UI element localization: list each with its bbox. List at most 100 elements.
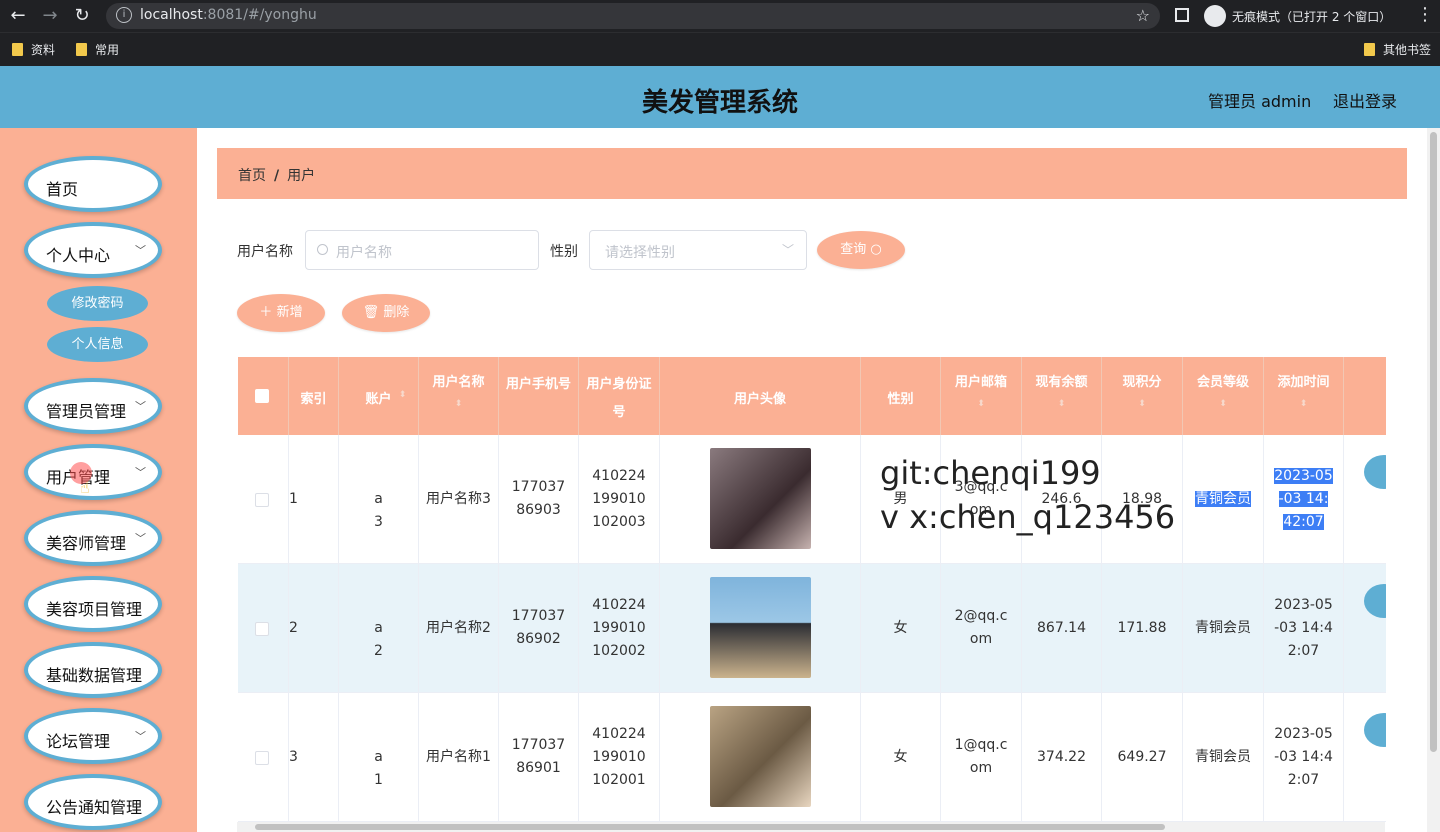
sort-icon[interactable]: ⬍ [387, 390, 418, 400]
address-bar[interactable]: i localhost:8081/#/yonghu ☆ [106, 3, 1160, 29]
row-checkbox[interactable] [255, 622, 269, 636]
admin-label: 管理员 admin [1208, 92, 1312, 111]
table-cell [1344, 693, 1386, 822]
reload-icon[interactable]: ↻ [71, 5, 93, 27]
column-header[interactable]: 会员等级 ⬍ [1183, 357, 1264, 435]
table-header: 索引 账户 ⬍ 用户名称 ⬍ 用户手机号 用户身份证号 用户头像 性别 用户邮箱 ⬍ … [238, 357, 1386, 435]
info-icon[interactable]: i [116, 7, 132, 23]
delete-button[interactable]: 🗑 删除 [342, 294, 430, 332]
breadcrumb-current: 用户 [287, 168, 316, 184]
sidebar-item-beauticians[interactable]: 美容师管理 ﹀ [24, 510, 162, 566]
row-checkbox[interactable] [255, 751, 269, 765]
add-button[interactable]: ＋ 新增 [237, 294, 325, 332]
table-row[interactable]: 2 a2 用户名称2 17703786902 410224199010102002 女 2@… [238, 564, 1386, 693]
bookmark-star-icon[interactable]: ☆ [1136, 6, 1150, 25]
table-cell [1344, 435, 1386, 564]
row-checkbox[interactable] [255, 493, 269, 507]
table-cell: 用户名称1 [419, 693, 499, 822]
column-header[interactable]: 添加时间 ⬍ [1264, 357, 1344, 435]
column-header[interactable]: 性别 [861, 357, 941, 435]
table-cell: 867.14 [1022, 564, 1102, 693]
search-icon: ○ [870, 242, 882, 257]
table-cell: 青铜会员 [1183, 693, 1264, 822]
row-action-button[interactable] [1364, 713, 1386, 747]
side-panel-icon[interactable] [1175, 8, 1189, 22]
sort-icon[interactable]: ⬍ [419, 399, 498, 409]
row-action-button[interactable] [1364, 584, 1386, 618]
select-all-checkbox[interactable] [255, 389, 269, 403]
gender-filter-label: 性别 [550, 244, 578, 260]
cell-value: 410224199010102001 [592, 725, 646, 788]
query-button[interactable]: 查询 ○ [817, 231, 905, 269]
sort-icon[interactable]: ⬍ [1102, 399, 1182, 409]
column-header[interactable]: 用户手机号 [499, 357, 579, 435]
table-cell: 青铜会员 [1183, 564, 1264, 693]
column-header[interactable]: 现有余额 ⬍ [1022, 357, 1102, 435]
sidebar-item-profile[interactable]: 个人中心 ﹀ [24, 222, 162, 278]
table-cell: 17703786903 [499, 435, 579, 564]
cell-value: 410224199010102003 [592, 467, 646, 530]
table-cell: 171.88 [1102, 564, 1183, 693]
column-header[interactable]: 用户头像 [660, 357, 861, 435]
sidebar-item-basic-data[interactable]: 基础数据管理 [24, 642, 162, 698]
plus-icon: ＋ [259, 305, 273, 320]
chevron-down-icon: ﹀ [135, 532, 146, 545]
table-row[interactable]: 1 a3 用户名称3 17703786903 410224199010102003 男 3@… [238, 435, 1386, 564]
table-cell: 青铜会员 [1183, 435, 1264, 564]
trash-icon: 🗑 [362, 305, 380, 320]
column-header[interactable]: 用户名称 ⬍ [419, 357, 499, 435]
sidebar-item-forum[interactable]: 论坛管理 ﹀ [24, 708, 162, 764]
table-cell: 女 [861, 564, 941, 693]
column-header[interactable]: 现积分 ⬍ [1102, 357, 1183, 435]
cell-value: 用户名称3 [426, 490, 491, 507]
cell-value: 用户名称2 [426, 619, 491, 636]
sort-icon[interactable]: ⬍ [1183, 399, 1263, 409]
sidebar-item-home[interactable]: 首页 [24, 156, 162, 212]
column-header[interactable]: 账户 ⬍ [339, 357, 419, 435]
name-filter-input[interactable]: 用户名称 [305, 230, 539, 270]
cell-value: 2 [289, 619, 298, 636]
horizontal-scrollbar[interactable] [237, 822, 1385, 832]
cell-value: 3 [289, 748, 298, 765]
sort-icon[interactable]: ⬍ [1022, 399, 1101, 409]
sort-icon[interactable]: ⬍ [1264, 399, 1343, 409]
cell-value: 用户名称1 [426, 748, 491, 765]
column-header[interactable]: 用户邮箱 ⬍ [941, 357, 1022, 435]
logout-link[interactable]: 退出登录 [1333, 88, 1397, 112]
sidebar-subitem-personal-info[interactable]: 个人信息 [47, 327, 148, 362]
table-cell: 女 [861, 693, 941, 822]
sidebar-item-users[interactable]: 用户管理﹀ [24, 444, 162, 500]
table-row[interactable]: 3 a1 用户名称1 17703786901 410224199010102001 女 1@… [238, 693, 1386, 822]
column-header-actions [1344, 357, 1386, 435]
sort-icon[interactable]: ⬍ [941, 399, 1021, 409]
scrollbar-thumb[interactable] [1430, 132, 1437, 752]
cell-value: 1 [289, 490, 298, 507]
vertical-scrollbar[interactable] [1427, 128, 1440, 832]
back-icon[interactable]: ← [7, 5, 29, 27]
more-menu-icon[interactable]: ⋮ [1416, 4, 1434, 25]
table-cell: 2023-05-03 14:42:07 [1264, 693, 1344, 822]
bookmark-folder[interactable]: 常用 [76, 41, 119, 58]
column-header[interactable]: 索引 [289, 357, 339, 435]
incognito-icon[interactable] [1204, 5, 1226, 27]
table-cell: 17703786902 [499, 564, 579, 693]
sidebar-item-notices[interactable]: 公告通知管理 [24, 774, 162, 830]
cell-value: 2@qq.com [954, 608, 1008, 647]
sidebar-subitem-change-password[interactable]: 修改密码 [47, 286, 148, 321]
cell-value: a2 [374, 619, 383, 659]
breadcrumb-home[interactable]: 首页 [238, 168, 266, 184]
other-bookmarks[interactable]: 其他书签 [1364, 41, 1431, 58]
sidebar-item-admin[interactable]: 管理员管理 ﹀ [24, 378, 162, 434]
sidebar-item-projects[interactable]: 美容项目管理 [24, 576, 162, 632]
column-header[interactable]: 用户身份证号 [579, 357, 660, 435]
cell-value: 1@qq.com [954, 737, 1008, 776]
bookmark-folder[interactable]: 资料 [12, 41, 55, 58]
table-cell: 1 [289, 435, 339, 564]
watermark-line: git:chenqi199 [880, 454, 1101, 492]
gender-select[interactable]: 请选择性别 ﹀ [589, 230, 807, 270]
row-action-button[interactable] [1364, 455, 1386, 489]
chevron-down-icon: ﹀ [135, 466, 146, 479]
table-cell: 2 [289, 564, 339, 693]
scrollbar-thumb[interactable] [255, 824, 1165, 830]
forward-icon[interactable]: → [39, 5, 61, 27]
